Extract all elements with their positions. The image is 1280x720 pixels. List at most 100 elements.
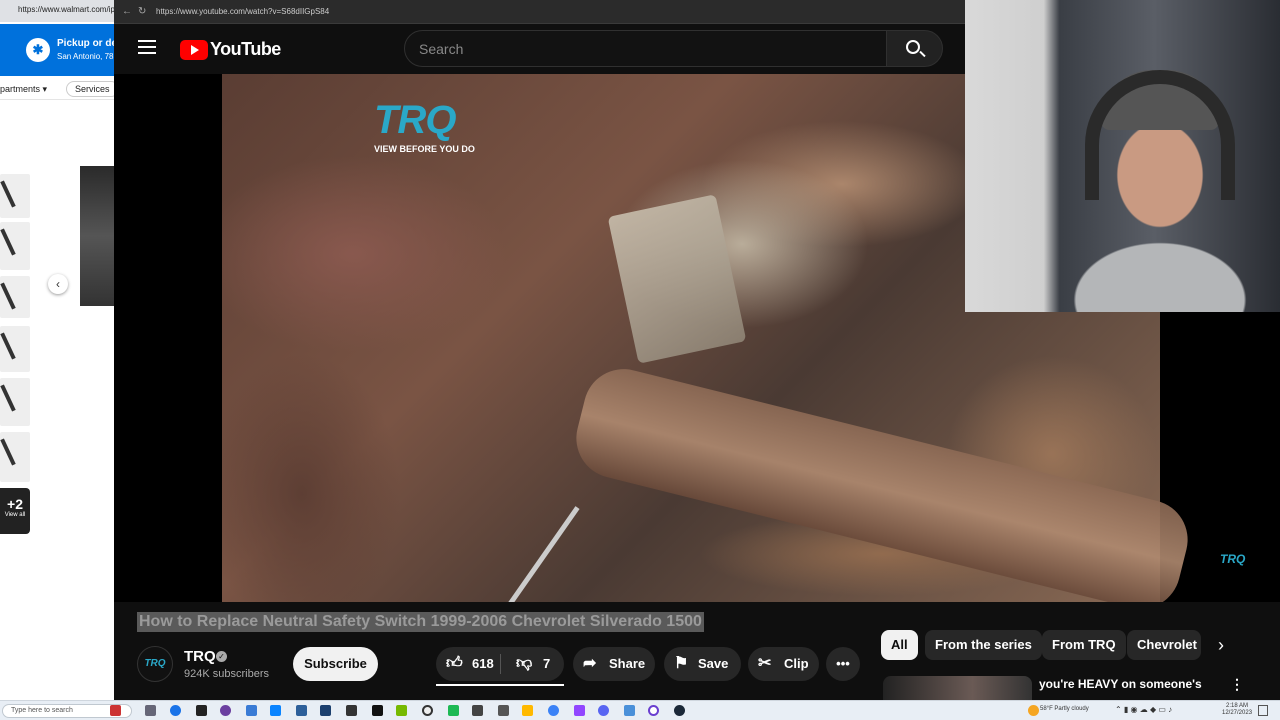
walmart-nav: partments ▾ Services — [0, 80, 114, 100]
services-menu[interactable]: Services — [66, 81, 114, 97]
more-horizontal-icon: ••• — [836, 656, 850, 671]
tool-rod-visual — [489, 506, 580, 602]
app-icon[interactable] — [648, 705, 659, 716]
app-icon[interactable] — [498, 705, 509, 716]
trq-tagline: VIEW BEFORE YOU DO — [374, 144, 475, 154]
browser-icon[interactable] — [170, 705, 181, 716]
product-image[interactable] — [80, 166, 114, 306]
like-progress-underline — [436, 684, 564, 686]
app-icon[interactable] — [320, 705, 331, 716]
youtube-header: YouTube Search — [114, 24, 965, 74]
app-icon[interactable] — [624, 705, 635, 716]
save-label: Save — [698, 656, 729, 671]
youtube-logo-text: YouTube — [210, 39, 281, 59]
chip-chevrolet[interactable]: Chevrolet — [1127, 630, 1201, 660]
product-thumbnail[interactable] — [0, 378, 30, 426]
product-thumbnail[interactable] — [0, 222, 30, 270]
location-label: San Antonio, 78 — [57, 52, 114, 61]
search-input[interactable]: Search — [404, 30, 887, 67]
more-thumbnails-button[interactable]: +2 View all — [0, 488, 30, 534]
back-icon[interactable]: ← — [122, 6, 132, 17]
app-icon[interactable] — [522, 705, 533, 716]
walmart-header: ✱ Pickup or del San Antonio, 78 — [0, 24, 114, 76]
windows-taskbar: Type here to search 58°F Partly cloudy ⌃… — [0, 700, 1280, 720]
hamburger-menu-icon[interactable] — [138, 40, 156, 54]
departments-menu[interactable]: partments ▾ — [0, 84, 47, 95]
app-icon[interactable] — [472, 705, 483, 716]
view-all-label: View all — [4, 512, 26, 518]
app-icon[interactable] — [346, 705, 357, 716]
video-title: How to Replace Neutral Safety Switch 199… — [137, 612, 704, 632]
recommended-thumbnail[interactable] — [883, 676, 1032, 700]
notification-icon[interactable] — [1258, 705, 1268, 716]
app-icon[interactable] — [220, 705, 231, 716]
vertical-more-icon[interactable]: ⋮ — [1230, 676, 1244, 693]
channel-name[interactable]: TRQ — [184, 648, 216, 665]
app-icon[interactable] — [196, 705, 207, 716]
channel-watermark[interactable]: TRQ — [1220, 552, 1245, 566]
twitch-icon[interactable] — [574, 705, 585, 716]
nvidia-icon[interactable] — [396, 705, 407, 716]
subscriber-count: 924K subscribers — [184, 668, 269, 680]
clip-button[interactable]: ✂ Clip — [748, 647, 819, 681]
walmart-window[interactable]: https://www.walmart.com/ip/ ✱ Pickup or … — [0, 0, 114, 700]
walmart-spark-icon[interactable]: ✱ — [26, 38, 50, 62]
pickup-label[interactable]: Pickup or del — [57, 38, 114, 49]
more-actions-button[interactable]: ••• — [826, 647, 860, 681]
product-thumbnail[interactable] — [0, 174, 30, 218]
product-thumbnail[interactable] — [0, 432, 30, 482]
clock-time: 2:18 AM — [1226, 703, 1249, 709]
app-icon[interactable] — [296, 705, 307, 716]
share-label: Share — [609, 656, 646, 671]
taskbar-clock[interactable]: 2:18 AM 12/27/2023 — [1222, 703, 1252, 717]
app-icon[interactable] — [372, 705, 383, 716]
app-icon[interactable] — [548, 705, 559, 716]
verified-icon: ✓ — [216, 651, 227, 662]
app-icon[interactable] — [448, 705, 459, 716]
chevron-left-icon[interactable]: ‹ — [48, 274, 68, 294]
subscribe-button[interactable]: Subscribe — [293, 647, 378, 681]
chevron-right-icon[interactable]: › — [1206, 630, 1236, 660]
app-icon[interactable] — [110, 705, 121, 716]
youtube-play-icon — [180, 40, 208, 60]
search-icon — [906, 40, 920, 54]
chip-from-trq[interactable]: From TRQ — [1042, 630, 1126, 660]
save-button[interactable]: ⚑ Save — [664, 647, 741, 681]
youtube-logo[interactable]: YouTube — [180, 39, 281, 61]
product-thumbnail[interactable] — [0, 326, 30, 372]
dislike-count: 7 — [543, 656, 551, 671]
neutral-safety-switch-visual — [607, 194, 747, 364]
trq-logo-text: TRQ — [374, 98, 456, 142]
thumbs-down-icon: 👎︎ — [516, 655, 533, 672]
more-count: +2 — [7, 496, 23, 512]
product-thumbnail[interactable] — [0, 276, 30, 318]
discord-icon[interactable] — [598, 705, 609, 716]
app-icon[interactable] — [246, 705, 257, 716]
bookmark-icon: ⚑ — [674, 655, 689, 672]
url-text[interactable]: https://www.youtube.com/watch?v=S68dIIGp… — [156, 7, 329, 16]
search-button[interactable] — [886, 30, 943, 67]
walmart-url-bar[interactable]: https://www.walmart.com/ip/ — [0, 0, 114, 22]
weather-icon — [1028, 705, 1039, 716]
reload-icon[interactable]: ↻ — [138, 6, 146, 17]
weather-text[interactable]: 58°F Partly cloudy — [1040, 706, 1089, 712]
clock-date: 12/27/2023 — [1222, 710, 1253, 716]
channel-avatar[interactable]: TRQ — [137, 646, 173, 682]
like-button[interactable]: 👍︎ 618 — [436, 647, 500, 681]
youtube-url-bar[interactable]: ← ↻ https://www.youtube.com/watch?v=S68d… — [114, 0, 965, 24]
task-view-icon[interactable] — [145, 705, 156, 716]
steam-icon[interactable] — [674, 705, 685, 716]
headset-visual — [1085, 70, 1235, 200]
system-tray-icons[interactable]: ⌃ ▮ ◉ ☁ ◆ ▭ ♪ — [1115, 705, 1172, 714]
dislike-button[interactable]: 👎︎ 7 — [500, 647, 564, 681]
recommended-title[interactable]: you're HEAVY on someone's — [1039, 677, 1219, 691]
share-icon: ➦ — [583, 655, 597, 672]
thumbs-up-icon: 👍︎ — [446, 655, 463, 672]
exhaust-pipe-visual — [567, 360, 1197, 602]
clip-label: Clip — [784, 656, 809, 671]
app-icon[interactable] — [422, 705, 433, 716]
chip-from-the-series[interactable]: From the series — [925, 630, 1042, 660]
chip-all[interactable]: All — [881, 630, 918, 660]
app-icon[interactable] — [270, 705, 281, 716]
share-button[interactable]: ➦ Share — [573, 647, 655, 681]
